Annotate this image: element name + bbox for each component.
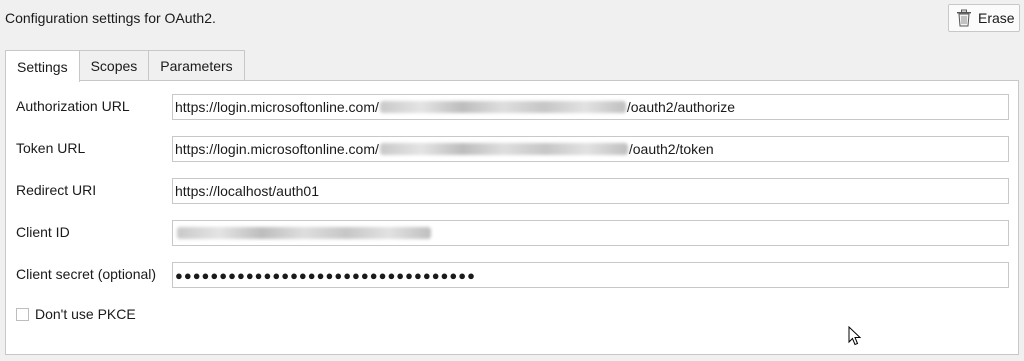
erase-button-label: Erase <box>978 10 1015 26</box>
mouse-pointer-icon <box>848 326 862 346</box>
client-id-label: Client ID <box>16 224 70 240</box>
authorization-url-label: Authorization URL <box>16 98 130 114</box>
tab-parameters[interactable]: Parameters <box>148 50 245 81</box>
token-url-row: Token URL https://login.microsoftonline.… <box>6 136 1018 162</box>
redacted-tenant-id <box>379 143 628 155</box>
dont-use-pkce-checkbox[interactable] <box>16 307 29 321</box>
authorization-url-prefix: https://login.microsoftonline.com/ <box>175 99 379 115</box>
trash-icon <box>957 9 971 27</box>
authorization-url-field[interactable]: https://login.microsoftonline.com/ /oaut… <box>172 94 1009 120</box>
tab-bar: Settings Scopes Parameters <box>5 50 245 82</box>
token-url-label: Token URL <box>16 140 86 156</box>
settings-panel: Authorization URL https://login.microsof… <box>5 80 1019 355</box>
redirect-uri-label: Redirect URI <box>16 182 97 198</box>
erase-button[interactable]: Erase <box>948 4 1020 32</box>
dont-use-pkce-label: Don't use PKCE <box>35 306 136 322</box>
client-id-row: Client ID <box>6 220 1018 246</box>
token-url-field[interactable]: https://login.microsoftonline.com/ /oaut… <box>172 136 1009 162</box>
redirect-uri-field[interactable]: https://localhost/auth01 <box>172 178 1009 204</box>
tab-scopes[interactable]: Scopes <box>78 50 150 81</box>
authorization-url-row: Authorization URL https://login.microsof… <box>6 94 1018 120</box>
token-url-prefix: https://login.microsoftonline.com/ <box>175 141 379 157</box>
redacted-client-id <box>177 227 431 239</box>
client-secret-label: Client secret (optional) <box>16 266 157 282</box>
dont-use-pkce-row: Don't use PKCE <box>16 306 136 322</box>
client-secret-field[interactable]: ●●●●●●●●●●●●●●●●●●●●●●●●●●●●●●●●●● <box>172 262 1009 288</box>
page-title: Configuration settings for OAuth2. <box>5 10 216 26</box>
client-secret-row: Client secret (optional) ●●●●●●●●●●●●●●●… <box>6 262 1018 288</box>
redirect-uri-row: Redirect URI https://localhost/auth01 <box>6 178 1018 204</box>
authorization-url-suffix: /oauth2/authorize <box>626 99 736 115</box>
token-url-suffix: /oauth2/token <box>628 141 714 157</box>
client-id-field[interactable] <box>172 220 1009 246</box>
tab-settings[interactable]: Settings <box>5 50 80 82</box>
redacted-tenant-id <box>379 101 626 113</box>
